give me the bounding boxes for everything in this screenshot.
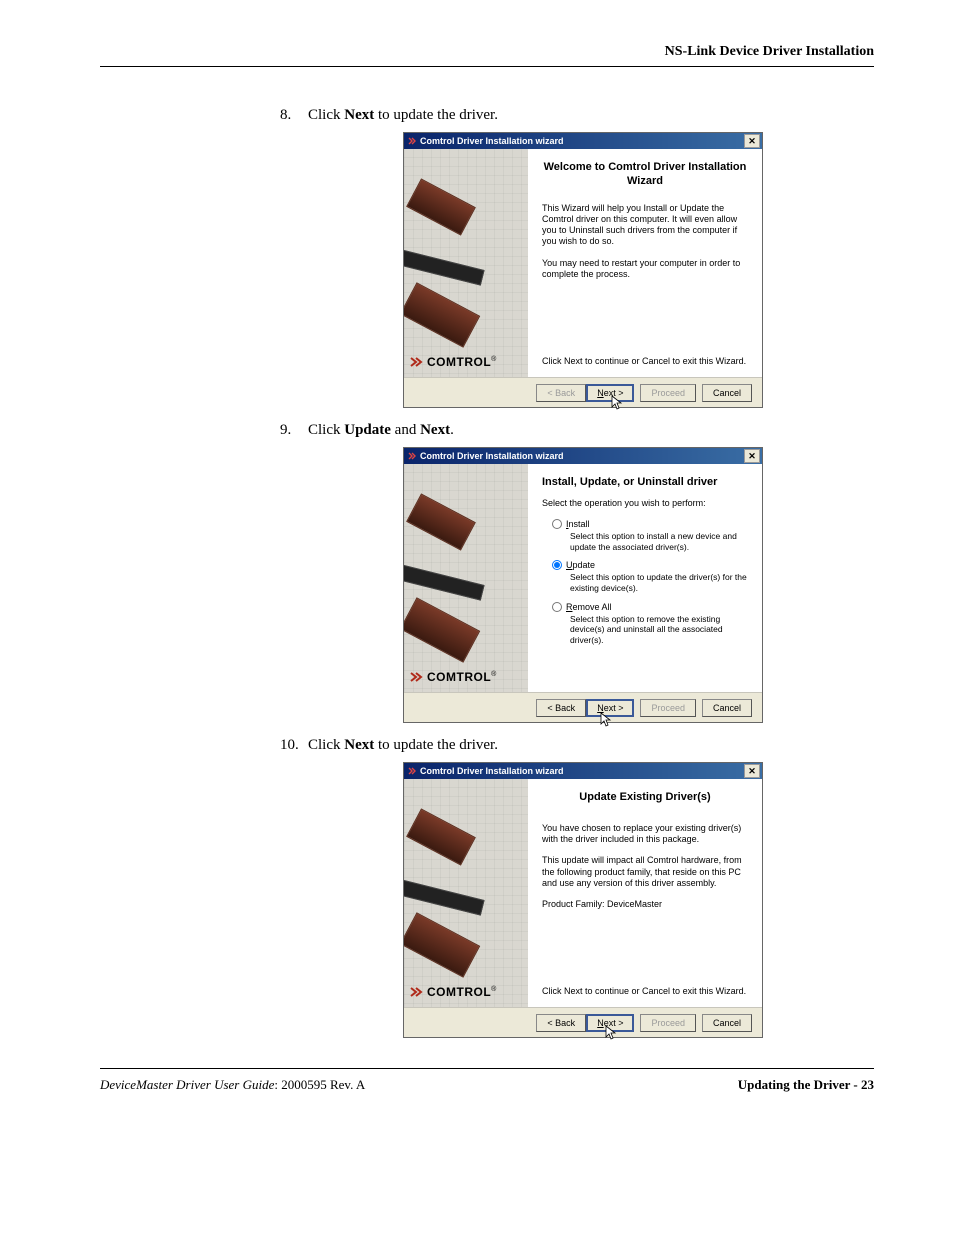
- wizard-1-tail: Click Next to continue or Cancel to exit…: [542, 356, 748, 367]
- wizard-side-image: COMTROL®: [404, 779, 528, 1007]
- cancel-button[interactable]: Cancel: [702, 699, 752, 717]
- next-button[interactable]: Next >: [586, 699, 634, 717]
- wizard-2-intro: Select the operation you wish to perform…: [542, 498, 748, 509]
- wizard-2-title: Comtrol Driver Installation wizard: [420, 451, 564, 461]
- page-header: NS-Link Device Driver Installation: [100, 44, 874, 67]
- step-10-number: 10.: [280, 737, 299, 754]
- comtrol-logo: COMTROL®: [404, 666, 528, 692]
- comtrol-logo: COMTROL®: [404, 351, 528, 377]
- step-10-text: Click Next to update the driver.: [308, 737, 498, 753]
- footer-right: Updating the Driver - 23: [738, 1077, 874, 1093]
- step-10: 10. Click Next to update the driver. Com…: [280, 737, 874, 1038]
- wizard-dialog-2: Comtrol Driver Installation wizard ✕: [403, 447, 763, 723]
- wizard-3-title: Comtrol Driver Installation wizard: [420, 766, 564, 776]
- wizard-3-heading: Update Existing Driver(s): [542, 791, 748, 805]
- radio-input-2[interactable]: [552, 602, 562, 612]
- step-9-number: 9.: [280, 422, 291, 439]
- radio-option-2[interactable]: Remove All Select this option to remove t…: [552, 602, 748, 646]
- radio-label: Update: [566, 560, 595, 570]
- wizard-2-heading: Install, Update, or Uninstall driver: [542, 476, 748, 490]
- back-button[interactable]: < Back: [536, 699, 586, 717]
- radio-option-0[interactable]: Install Select this option to install a n…: [552, 519, 748, 552]
- proceed-button: Proceed: [640, 1014, 696, 1032]
- wizard-3-tail: Click Next to continue or Cancel to exit…: [542, 986, 748, 997]
- wizard-side-image: COMTROL®: [404, 149, 528, 377]
- radio-description: Select this option to remove the existin…: [570, 614, 748, 646]
- wizard-1-heading: Welcome to Comtrol Driver Installation W…: [542, 161, 748, 189]
- back-button[interactable]: < Back: [536, 1014, 586, 1032]
- step-8-text: Click Next to update the driver.: [308, 107, 498, 123]
- wizard-1-titlebar[interactable]: Comtrol Driver Installation wizard ✕: [404, 133, 762, 149]
- wizard-1-p1: This Wizard will help you Install or Upd…: [542, 203, 748, 248]
- back-button: < Back: [536, 384, 586, 402]
- next-button[interactable]: Next >: [586, 384, 634, 402]
- radio-label: Install: [566, 519, 590, 529]
- wizard-1-title: Comtrol Driver Installation wizard: [420, 136, 564, 146]
- radio-input-0[interactable]: [552, 519, 562, 529]
- step-8-number: 8.: [280, 107, 291, 124]
- app-icon: [407, 451, 417, 461]
- cancel-button[interactable]: Cancel: [702, 1014, 752, 1032]
- wizard-3-titlebar[interactable]: Comtrol Driver Installation wizard ✕: [404, 763, 762, 779]
- radio-description: Select this option to update the driver(…: [570, 572, 748, 593]
- cancel-button[interactable]: Cancel: [702, 384, 752, 402]
- wizard-1-p2: You may need to restart your computer in…: [542, 258, 748, 281]
- wizard-2-titlebar[interactable]: Comtrol Driver Installation wizard ✕: [404, 448, 762, 464]
- close-icon[interactable]: ✕: [744, 134, 760, 148]
- step-9: 9. Click Update and Next. Comtrol Driver…: [280, 422, 874, 723]
- close-icon[interactable]: ✕: [744, 449, 760, 463]
- proceed-button: Proceed: [640, 699, 696, 717]
- radio-description: Select this option to install a new devi…: [570, 531, 748, 552]
- step-8: 8. Click Next to update the driver. Comt…: [280, 107, 874, 408]
- app-icon: [407, 136, 417, 146]
- footer-left: DeviceMaster Driver User Guide: 2000595 …: [100, 1077, 365, 1093]
- radio-input-1[interactable]: [552, 560, 562, 570]
- wizard-3-p1: You have chosen to replace your existing…: [542, 823, 748, 846]
- radio-option-1[interactable]: Update Select this option to update the d…: [552, 560, 748, 593]
- wizard-dialog-1: Comtrol Driver Installation wizard ✕: [403, 132, 763, 408]
- wizard-dialog-3: Comtrol Driver Installation wizard ✕: [403, 762, 763, 1038]
- wizard-side-image: COMTROL®: [404, 464, 528, 692]
- comtrol-logo: COMTROL®: [404, 981, 528, 1007]
- operation-radio-group: Install Select this option to install a n…: [552, 519, 748, 653]
- wizard-3-family: Product Family: DeviceMaster: [542, 899, 748, 910]
- next-button[interactable]: Next >: [586, 1014, 634, 1032]
- app-icon: [407, 766, 417, 776]
- close-icon[interactable]: ✕: [744, 764, 760, 778]
- step-9-text: Click Update and Next.: [308, 422, 454, 438]
- radio-label: Remove All: [566, 602, 612, 612]
- proceed-button: Proceed: [640, 384, 696, 402]
- wizard-3-p2: This update will impact all Comtrol hard…: [542, 855, 748, 889]
